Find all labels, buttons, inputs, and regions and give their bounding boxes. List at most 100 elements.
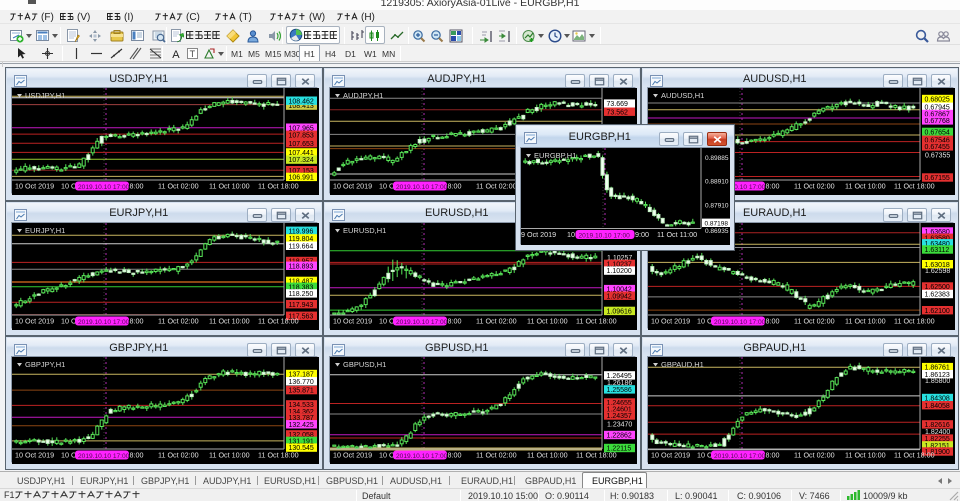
- svg-text:11 Oct 02:00: 11 Oct 02:00: [794, 182, 835, 191]
- svg-text:0.86935: 0.86935: [705, 228, 729, 235]
- svg-text:T: T: [190, 49, 196, 59]
- svg-text:2019.10.10 17:00: 2019.10.10 17:00: [396, 184, 448, 191]
- svg-text:136.770: 136.770: [288, 379, 313, 386]
- svg-text:10 O: 10 O: [379, 316, 395, 325]
- svg-text:1.62100: 1.62100: [924, 307, 949, 314]
- svg-text:1.85800: 1.85800: [925, 378, 950, 385]
- svg-text:8:00: 8:00: [129, 316, 143, 325]
- svg-text:11 Oct 10:00: 11 Oct 10:00: [527, 316, 568, 325]
- svg-text:10 Oct 2019: 10 Oct 2019: [15, 182, 54, 191]
- svg-text:2019.10.10 17:00: 2019.10.10 17:00: [714, 318, 766, 325]
- svg-text:10 Oct 2019: 10 Oct 2019: [15, 316, 54, 325]
- svg-text:2019.10.10 17:00: 2019.10.10 17:00: [396, 318, 448, 325]
- svg-text:11 Oct 18:00: 11 Oct 18:00: [576, 316, 617, 325]
- svg-text:EURUSD,H1: EURUSD,H1: [343, 226, 386, 235]
- svg-text:10 Oct 2019: 10 Oct 2019: [15, 451, 54, 460]
- svg-text:108.462: 108.462: [288, 98, 313, 105]
- svg-text:1.23470: 1.23470: [607, 421, 632, 428]
- svg-text:107.853: 107.853: [288, 132, 313, 139]
- svg-text:11 Oct 02:00: 11 Oct 02:00: [794, 451, 835, 460]
- svg-text:GBPUSD,H1: GBPUSD,H1: [343, 360, 386, 369]
- svg-text:8:00: 8:00: [765, 451, 779, 460]
- svg-text:11 Oct 18:00: 11 Oct 18:00: [258, 316, 299, 325]
- svg-text:2019.10.10 17:00: 2019.10.10 17:00: [714, 453, 766, 460]
- svg-text:2019.10.10 17:00: 2019.10.10 17:00: [78, 453, 130, 460]
- svg-text:A: A: [172, 49, 180, 60]
- svg-text:1.62598: 1.62598: [925, 268, 950, 275]
- svg-text:119.664: 119.664: [288, 243, 313, 250]
- svg-text:8:00: 8:00: [447, 451, 461, 460]
- svg-text:2019.10.10 17:00: 2019.10.10 17:00: [396, 453, 448, 460]
- svg-text:11 Oct 02:00: 11 Oct 02:00: [158, 451, 199, 460]
- svg-text:11 Oct 10:00: 11 Oct 10:00: [209, 182, 250, 191]
- svg-text:107.653: 107.653: [288, 141, 313, 148]
- svg-text:2019.10.10 17:00: 2019.10.10 17:00: [78, 184, 130, 191]
- svg-text:10: 10: [567, 230, 575, 239]
- svg-text:118.893: 118.893: [288, 263, 313, 270]
- svg-text:11 Oct 10:00: 11 Oct 10:00: [209, 451, 250, 460]
- svg-text:10 Oct 2019: 10 Oct 2019: [651, 316, 690, 325]
- svg-text:132.425: 132.425: [288, 422, 313, 429]
- svg-text:EURGBP,H1: EURGBP,H1: [534, 151, 576, 160]
- svg-text:0.87198: 0.87198: [705, 220, 729, 227]
- svg-text:1.62383: 1.62383: [924, 291, 949, 298]
- svg-text:11 Oct 11:00: 11 Oct 11:00: [657, 230, 697, 239]
- svg-text:1.22862: 1.22862: [606, 433, 631, 440]
- svg-text:0.67355: 0.67355: [925, 153, 950, 160]
- svg-text:10 O: 10 O: [61, 316, 77, 325]
- svg-text:10 O: 10 O: [379, 451, 395, 460]
- svg-text:0.67455: 0.67455: [924, 144, 949, 151]
- svg-text:10 Oct 2019: 10 Oct 2019: [333, 451, 372, 460]
- svg-text:11 Oct 02:00: 11 Oct 02:00: [158, 182, 199, 191]
- svg-text:AUDJPY,H1: AUDJPY,H1: [343, 91, 383, 100]
- svg-text:2019.10.10 17:00: 2019.10.10 17:00: [78, 318, 130, 325]
- svg-text:135.871: 135.871: [288, 388, 313, 395]
- svg-text:GBPJPY,H1: GBPJPY,H1: [25, 360, 65, 369]
- svg-text:8:00: 8:00: [447, 182, 461, 191]
- svg-text:1.24357: 1.24357: [606, 413, 631, 420]
- svg-text:0.88910: 0.88910: [705, 179, 729, 186]
- svg-text:2019.10.10 17:00: 2019.10.10 17:00: [579, 232, 631, 239]
- svg-text:0.67654: 0.67654: [924, 130, 949, 137]
- svg-text:1.82616: 1.82616: [924, 422, 949, 429]
- svg-text:11 Oct 02:00: 11 Oct 02:00: [794, 316, 835, 325]
- svg-text:106.991: 106.991: [288, 175, 313, 182]
- svg-text:11 Oct 02:00: 11 Oct 02:00: [476, 182, 517, 191]
- svg-text:8:00: 8:00: [765, 182, 779, 191]
- svg-text:11 Oct 18:00: 11 Oct 18:00: [894, 316, 935, 325]
- svg-text:AUDUSD,H1: AUDUSD,H1: [661, 91, 704, 100]
- svg-text:11 Oct 02:00: 11 Oct 02:00: [158, 316, 199, 325]
- svg-text:118.250: 118.250: [288, 291, 313, 298]
- svg-text:117.943: 117.943: [288, 301, 313, 308]
- svg-text:1.25586: 1.25586: [606, 387, 631, 394]
- svg-text:9 Oct 2019: 9 Oct 2019: [521, 230, 556, 239]
- svg-text:8:00: 8:00: [129, 182, 143, 191]
- svg-text:1.09616: 1.09616: [606, 308, 631, 315]
- svg-text:EURJPY,H1: EURJPY,H1: [25, 226, 65, 235]
- svg-text:11 Oct 10:00: 11 Oct 10:00: [845, 316, 886, 325]
- svg-text:0.89885: 0.89885: [705, 155, 729, 162]
- svg-text:1.09942: 1.09942: [606, 293, 631, 300]
- svg-text:73.669: 73.669: [606, 101, 628, 108]
- svg-text:10 O: 10 O: [697, 451, 713, 460]
- svg-text:1.84058: 1.84058: [924, 403, 949, 410]
- svg-text:73.562: 73.562: [606, 109, 628, 116]
- svg-text:11 Oct 18:00: 11 Oct 18:00: [576, 451, 617, 460]
- svg-text:0.67768: 0.67768: [924, 118, 949, 125]
- svg-text:USDJPY,H1: USDJPY,H1: [25, 91, 65, 100]
- svg-text:8:00: 8:00: [447, 316, 461, 325]
- svg-text:11 Oct 10:00: 11 Oct 10:00: [845, 182, 886, 191]
- svg-text:9:00: 9:00: [635, 230, 649, 239]
- svg-text:GBPAUD,H1: GBPAUD,H1: [661, 360, 704, 369]
- svg-text:11 Oct 18:00: 11 Oct 18:00: [894, 451, 935, 460]
- svg-text:10 Oct 2019: 10 Oct 2019: [333, 316, 372, 325]
- svg-text:107.324: 107.324: [288, 157, 313, 164]
- svg-text:10 O: 10 O: [379, 182, 395, 191]
- svg-text:11 Oct 10:00: 11 Oct 10:00: [845, 451, 886, 460]
- svg-text:1.63112: 1.63112: [924, 247, 949, 254]
- svg-text:10 Oct 2019: 10 Oct 2019: [651, 451, 690, 460]
- svg-text:1.10200: 1.10200: [606, 268, 631, 275]
- svg-text:11 Oct 10:00: 11 Oct 10:00: [209, 316, 250, 325]
- svg-text:11 Oct 10:00: 11 Oct 10:00: [527, 451, 568, 460]
- svg-text:11 Oct 18:00: 11 Oct 18:00: [258, 451, 299, 460]
